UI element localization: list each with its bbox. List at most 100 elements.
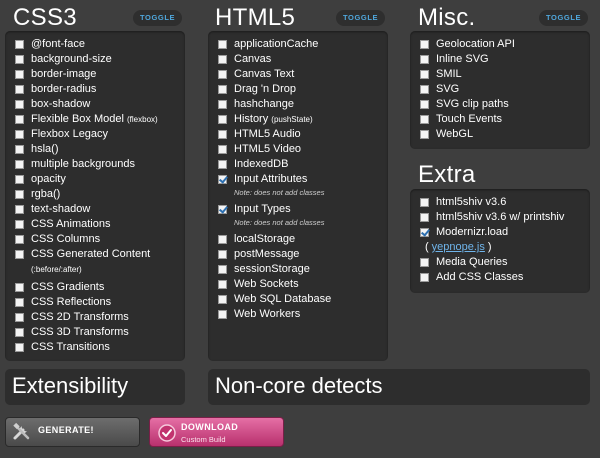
css3-item-font-face[interactable]: @font-face <box>15 37 183 52</box>
checkbox[interactable] <box>15 130 24 139</box>
css3-item-css-reflections[interactable]: CSS Reflections <box>15 295 183 310</box>
css3-item-css-3d-transforms[interactable]: CSS 3D Transforms <box>15 325 183 340</box>
css3-item-background-size[interactable]: background-size <box>15 52 183 67</box>
html5-item-hashchange[interactable]: hashchange <box>218 97 386 112</box>
generate-button[interactable]: GENERATE! <box>5 417 140 447</box>
checkbox[interactable] <box>15 235 24 244</box>
checkbox[interactable] <box>420 130 429 139</box>
checkbox[interactable] <box>420 115 429 124</box>
checkbox[interactable] <box>218 70 227 79</box>
checkbox[interactable] <box>420 198 429 207</box>
checkbox[interactable] <box>15 100 24 109</box>
html5-item-web-sql-database[interactable]: Web SQL Database <box>218 292 386 307</box>
checkbox[interactable] <box>420 258 429 267</box>
html5-item-html5-audio[interactable]: HTML5 Audio <box>218 127 386 142</box>
checkbox[interactable] <box>420 213 429 222</box>
css3-item-css-gradients[interactable]: CSS Gradients <box>15 280 183 295</box>
checkbox[interactable] <box>218 55 227 64</box>
css3-item-rgba[interactable]: rgba() <box>15 187 183 202</box>
checkbox[interactable] <box>15 313 24 322</box>
checkbox[interactable] <box>218 295 227 304</box>
checkbox[interactable] <box>15 40 24 49</box>
css3-item-text-shadow[interactable]: text-shadow <box>15 202 183 217</box>
checkbox[interactable] <box>218 250 227 259</box>
css3-item-box-shadow[interactable]: box-shadow <box>15 97 183 112</box>
checkbox[interactable] <box>420 85 429 94</box>
misc-item-svg-clip-paths[interactable]: SVG clip paths <box>420 97 588 112</box>
checkbox[interactable] <box>420 70 429 79</box>
extra-item-add-css-classes[interactable]: Add CSS Classes <box>420 270 588 285</box>
css3-item-flexbox-legacy[interactable]: Flexbox Legacy <box>15 127 183 142</box>
html5-item-drag-n-drop[interactable]: Drag 'n Drop <box>218 82 386 97</box>
checkbox[interactable] <box>218 115 227 124</box>
checkbox[interactable] <box>15 175 24 184</box>
css3-item-css-2d-transforms[interactable]: CSS 2D Transforms <box>15 310 183 325</box>
css3-item-css-animations[interactable]: CSS Animations <box>15 217 183 232</box>
misc-item-touch-events[interactable]: Touch Events <box>420 112 588 127</box>
checkbox[interactable] <box>218 85 227 94</box>
html5-toggle-button[interactable]: TOGGLE <box>336 10 386 26</box>
html5-item-input-types[interactable]: Input Types Note: does not add classes <box>218 202 386 228</box>
html5-item-applicationcache[interactable]: applicationCache <box>218 37 386 52</box>
misc-toggle-button[interactable]: TOGGLE <box>539 10 589 26</box>
checked-checkbox[interactable] <box>218 205 227 214</box>
checkbox[interactable] <box>15 250 24 259</box>
misc-item-smil[interactable]: SMIL <box>420 67 588 82</box>
extra-item-media-queries[interactable]: Media Queries <box>420 255 588 270</box>
checkbox[interactable] <box>218 130 227 139</box>
html5-item-canvas[interactable]: Canvas <box>218 52 386 67</box>
checkbox[interactable] <box>15 85 24 94</box>
checkbox[interactable] <box>15 115 24 124</box>
html5-item-web-sockets[interactable]: Web Sockets <box>218 277 386 292</box>
css3-item-css-transitions[interactable]: CSS Transitions <box>15 340 183 355</box>
checkbox[interactable] <box>15 55 24 64</box>
css3-item-flexible-box-model[interactable]: Flexible Box Model (flexbox) <box>15 112 183 127</box>
checkbox[interactable] <box>420 40 429 49</box>
css3-item-border-radius[interactable]: border-radius <box>15 82 183 97</box>
checkbox[interactable] <box>218 310 227 319</box>
checkbox[interactable] <box>218 160 227 169</box>
html5-item-postmessage[interactable]: postMessage <box>218 247 386 262</box>
html5-item-canvas-text[interactable]: Canvas Text <box>218 67 386 82</box>
checkbox[interactable] <box>15 70 24 79</box>
html5-item-history[interactable]: History (pushState) <box>218 112 386 127</box>
checkbox[interactable] <box>15 328 24 337</box>
checkbox[interactable] <box>218 145 227 154</box>
checkbox[interactable] <box>15 160 24 169</box>
checkbox[interactable] <box>218 235 227 244</box>
css3-item-multiple-backgrounds[interactable]: multiple backgrounds <box>15 157 183 172</box>
extensibility-section[interactable]: Extensibility <box>5 369 185 405</box>
checkbox[interactable] <box>218 100 227 109</box>
checked-checkbox[interactable] <box>420 228 429 237</box>
checkbox[interactable] <box>15 343 24 352</box>
checkbox[interactable] <box>218 280 227 289</box>
css3-toggle-button[interactable]: TOGGLE <box>133 10 183 26</box>
misc-item-svg[interactable]: SVG <box>420 82 588 97</box>
noncore-detects-section[interactable]: Non-core detects <box>208 369 590 405</box>
css3-item-border-image[interactable]: border-image <box>15 67 183 82</box>
checkbox[interactable] <box>420 273 429 282</box>
extra-item-html5shiv-v3-6[interactable]: html5shiv v3.6 <box>420 195 588 210</box>
html5-item-html5-video[interactable]: HTML5 Video <box>218 142 386 157</box>
download-button[interactable]: DOWNLOAD Custom Build <box>149 417 284 447</box>
css3-item-css-generated-content[interactable]: CSS Generated Content (:before/:after) <box>15 247 183 277</box>
checkbox[interactable] <box>15 283 24 292</box>
misc-item-inline-svg[interactable]: Inline SVG <box>420 52 588 67</box>
css3-item-opacity[interactable]: opacity <box>15 172 183 187</box>
checked-checkbox[interactable] <box>218 175 227 184</box>
checkbox[interactable] <box>15 145 24 154</box>
html5-item-web-workers[interactable]: Web Workers <box>218 307 386 322</box>
misc-item-geolocation-api[interactable]: Geolocation API <box>420 37 588 52</box>
html5-item-localstorage[interactable]: localStorage <box>218 232 386 247</box>
extra-item-html5shiv-v3-6-w-printshiv[interactable]: html5shiv v3.6 w/ printshiv <box>420 210 588 225</box>
checkbox[interactable] <box>15 190 24 199</box>
checkbox[interactable] <box>15 220 24 229</box>
checkbox[interactable] <box>15 298 24 307</box>
html5-item-indexeddb[interactable]: IndexedDB <box>218 157 386 172</box>
checkbox[interactable] <box>15 205 24 214</box>
yepnope-link[interactable]: yepnope.js <box>432 240 485 255</box>
css3-item-hsla[interactable]: hsla() <box>15 142 183 157</box>
html5-item-input-attributes[interactable]: Input Attributes Note: does not add class… <box>218 172 386 198</box>
checkbox[interactable] <box>420 100 429 109</box>
checkbox[interactable] <box>420 55 429 64</box>
